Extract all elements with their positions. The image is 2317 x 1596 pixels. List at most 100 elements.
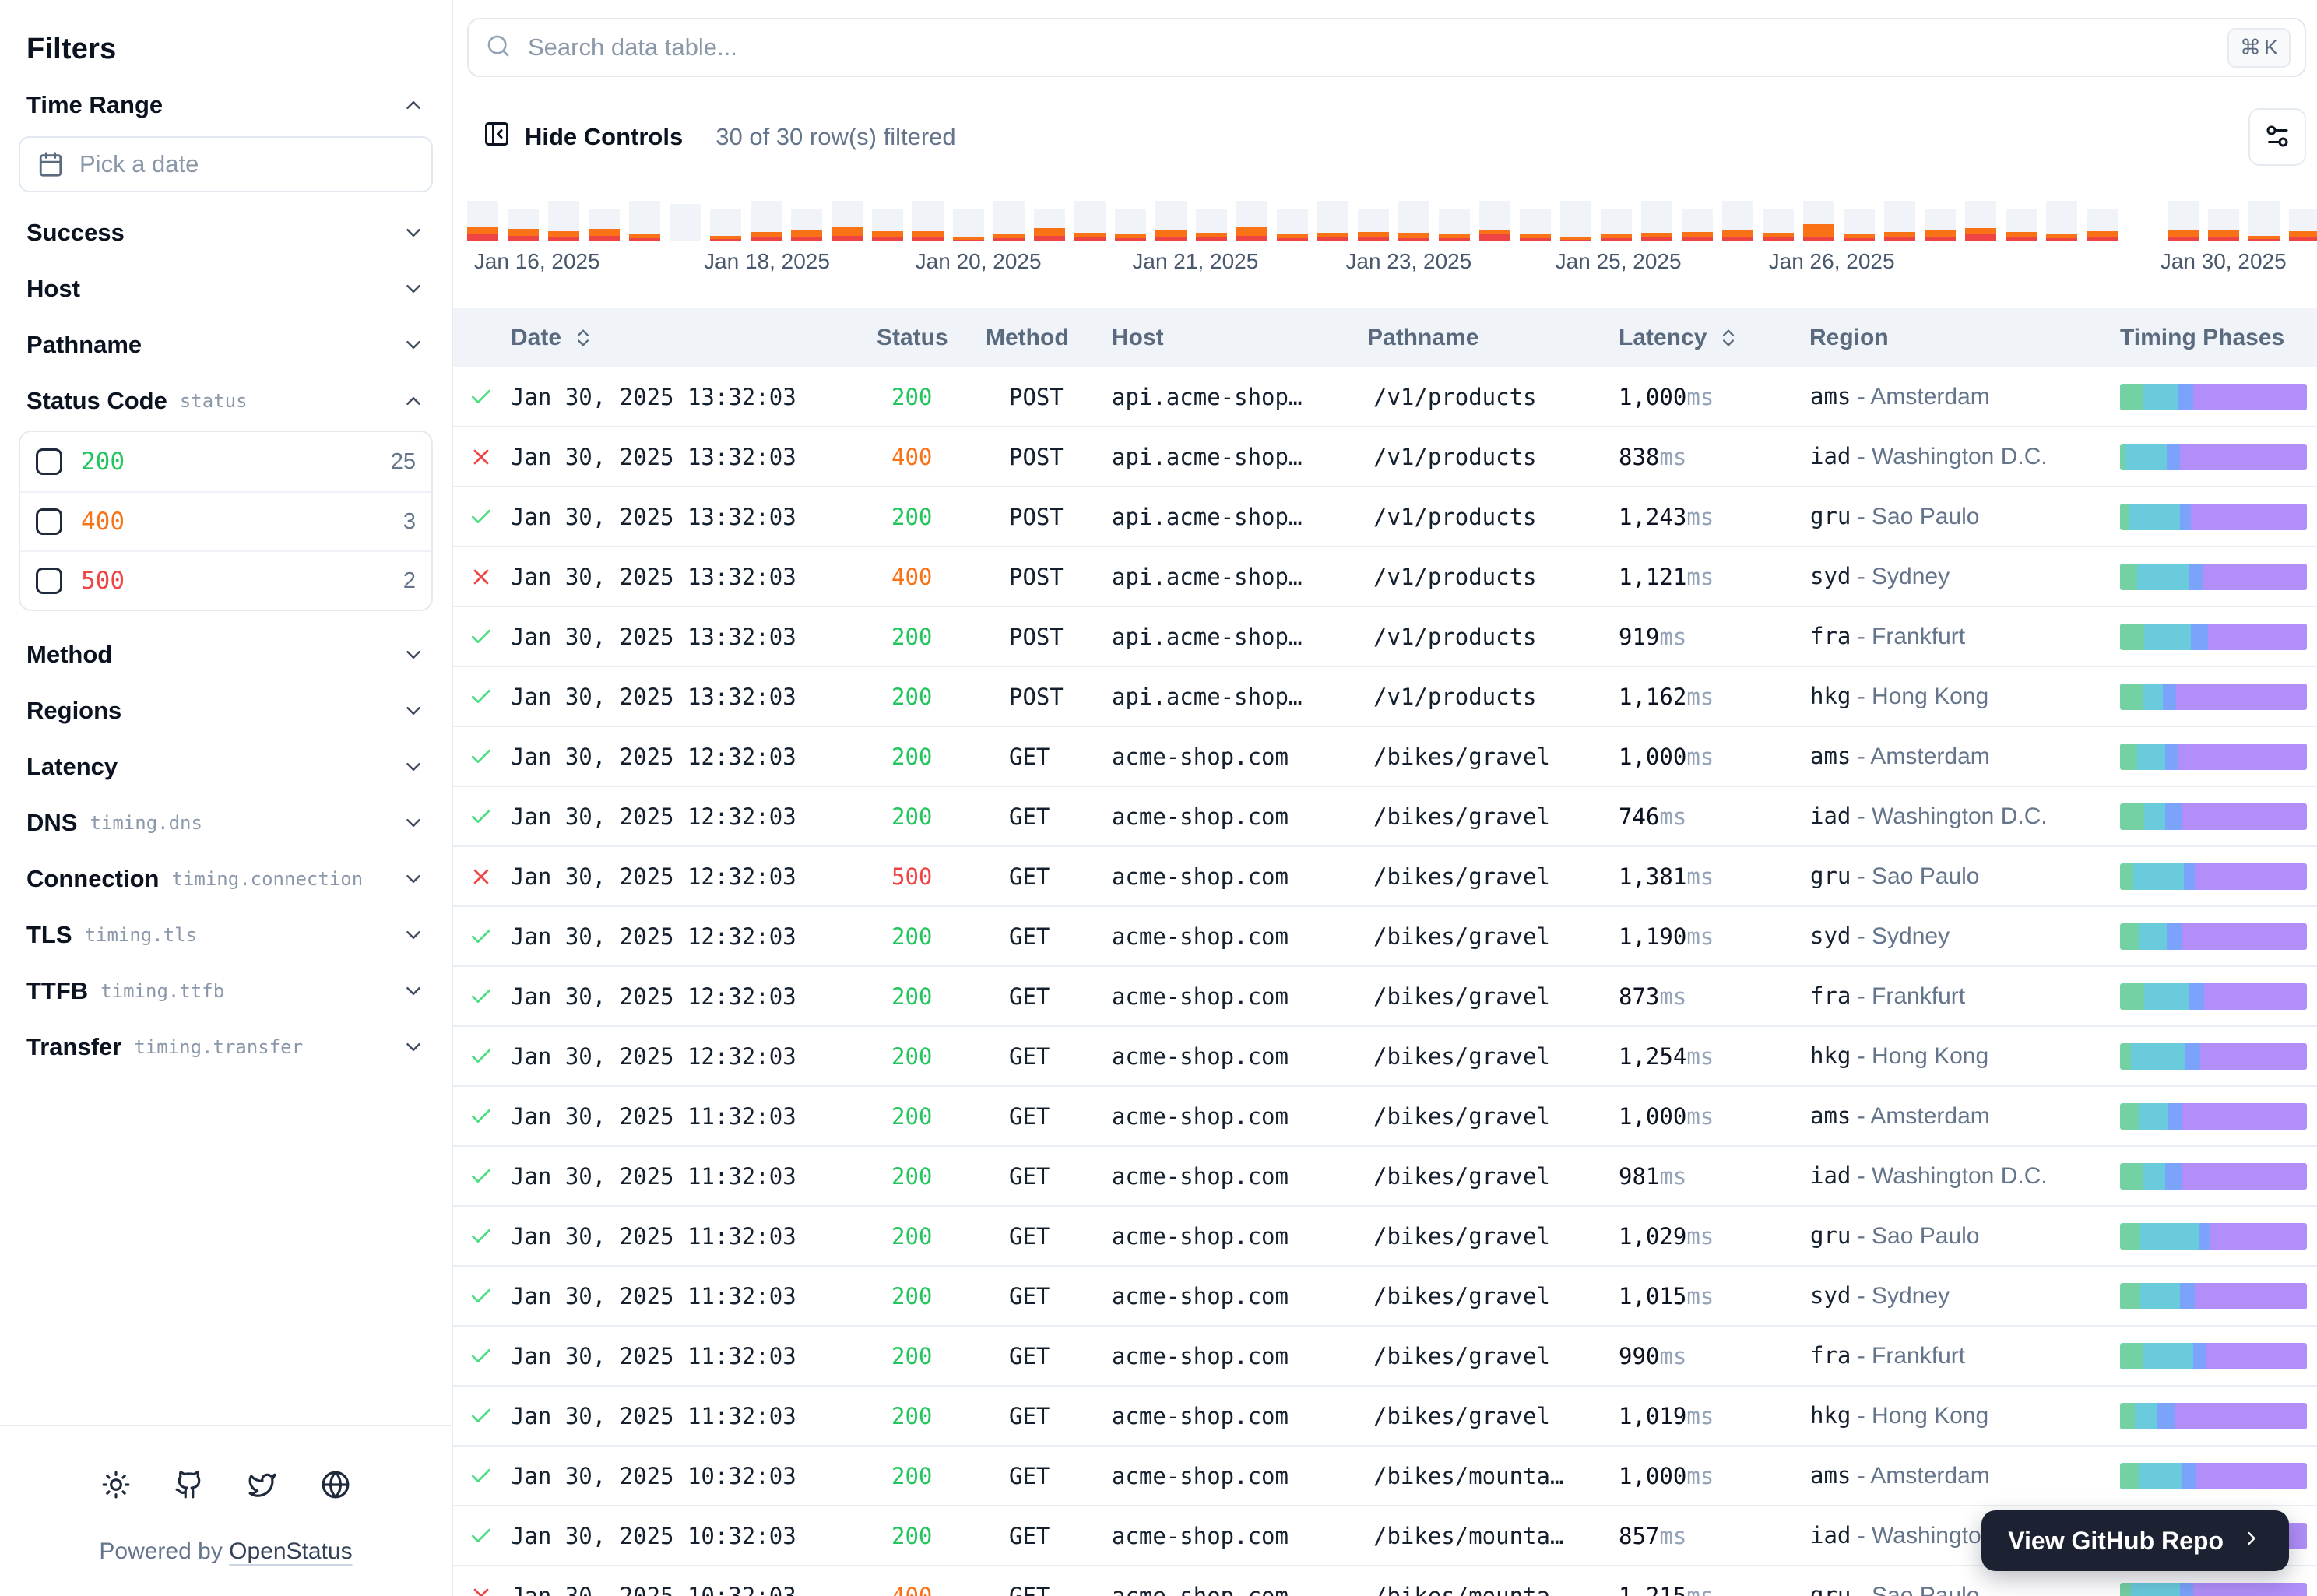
timeline-bar[interactable]	[1560, 201, 1591, 241]
column-header-date[interactable]: Date	[511, 325, 877, 351]
table-row[interactable]: Jan 30, 2025 12:32:03200GETacme-shop.com…	[453, 1027, 2317, 1087]
filter-section-success[interactable]: Success	[19, 216, 433, 250]
timeline-bar[interactable]	[670, 201, 701, 241]
timeline-bar[interactable]	[548, 201, 579, 241]
table-row[interactable]: Jan 30, 2025 11:32:03200GETacme-shop.com…	[453, 1387, 2317, 1447]
timeline-bar[interactable]	[2168, 201, 2199, 241]
table-row[interactable]: Jan 30, 2025 13:32:03200POSTapi.acme-sho…	[453, 487, 2317, 547]
filter-section-status-code[interactable]: Status Codestatus	[19, 384, 433, 418]
sun-button[interactable]	[101, 1470, 131, 1499]
checkbox[interactable]	[36, 508, 62, 535]
openstatus-link[interactable]: OpenStatus	[229, 1538, 352, 1564]
twitter-button[interactable]	[248, 1470, 277, 1499]
timeline-bar[interactable]	[1884, 201, 1915, 241]
table-row[interactable]: Jan 30, 2025 13:32:03400POSTapi.acme-sho…	[453, 547, 2317, 607]
search-bar[interactable]: ⌘K	[467, 18, 2306, 77]
table-row[interactable]: Jan 30, 2025 12:32:03200GETacme-shop.com…	[453, 727, 2317, 787]
timeline-bar[interactable]	[872, 201, 903, 241]
column-header-status[interactable]: Status	[877, 325, 986, 351]
table-row[interactable]: Jan 30, 2025 12:32:03500GETacme-shop.com…	[453, 847, 2317, 907]
timeline-bar[interactable]	[2087, 201, 2118, 241]
checkbox[interactable]	[36, 568, 62, 594]
filter-section-latency[interactable]: Latency	[19, 750, 433, 784]
filter-section-dns[interactable]: DNStiming.dns	[19, 806, 433, 840]
view-github-repo-button[interactable]: View GitHub Repo	[1981, 1510, 2289, 1571]
timeline-bar[interactable]	[629, 201, 660, 241]
filter-section-regions[interactable]: Regions	[19, 694, 433, 728]
table-row[interactable]: Jan 30, 2025 12:32:03200GETacme-shop.com…	[453, 967, 2317, 1027]
timeline-bar[interactable]	[1236, 201, 1267, 241]
table-row[interactable]: Jan 30, 2025 11:32:03200GETacme-shop.com…	[453, 1207, 2317, 1267]
timeline-bar[interactable]	[1074, 201, 1106, 241]
table-row[interactable]: Jan 30, 2025 11:32:03200GETacme-shop.com…	[453, 1327, 2317, 1387]
column-header-timing-phases[interactable]: Timing Phases	[2115, 325, 2317, 351]
timeline-bar[interactable]	[1115, 201, 1146, 241]
timeline-bar[interactable]	[993, 201, 1025, 241]
timeline-bar[interactable]	[1358, 201, 1389, 241]
timeline-bar[interactable]	[1277, 201, 1308, 241]
table-row[interactable]: Jan 30, 2025 12:32:03200GETacme-shop.com…	[453, 787, 2317, 847]
timeline-bar[interactable]	[467, 201, 498, 241]
status-option-500[interactable]: 5002	[20, 550, 431, 610]
timeline-bar[interactable]	[1965, 201, 1996, 241]
timeline-bar[interactable]	[2046, 201, 2077, 241]
table-row[interactable]: Jan 30, 2025 12:32:03200GETacme-shop.com…	[453, 907, 2317, 967]
timeline-bar[interactable]	[832, 201, 863, 241]
timeline-bar[interactable]	[2248, 201, 2280, 241]
timeline-bar[interactable]	[508, 201, 539, 241]
checkbox[interactable]	[36, 448, 62, 475]
timeline-bar[interactable]	[1155, 201, 1187, 241]
timeline-bar[interactable]	[1722, 201, 1753, 241]
timeline-bar[interactable]	[791, 201, 822, 241]
filter-section-host[interactable]: Host	[19, 272, 433, 306]
timeline-bar[interactable]	[1034, 201, 1065, 241]
timeline-bar[interactable]	[1317, 201, 1348, 241]
filter-section-transfer[interactable]: Transfertiming.transfer	[19, 1030, 433, 1064]
filter-section-tls[interactable]: TLStiming.tls	[19, 918, 433, 952]
column-header-method[interactable]: Method	[986, 325, 1102, 351]
timeline-bar[interactable]	[1641, 201, 1672, 241]
timeline-bar[interactable]	[1601, 201, 1632, 241]
timeline-bar[interactable]	[710, 201, 741, 241]
timeline-bar[interactable]	[1520, 201, 1551, 241]
timeline-bar[interactable]	[1925, 201, 1956, 241]
filter-section-connection[interactable]: Connectiontiming.connection	[19, 862, 433, 896]
globe-button[interactable]	[321, 1470, 350, 1499]
table-row[interactable]: Jan 30, 2025 11:32:03200GETacme-shop.com…	[453, 1267, 2317, 1327]
date-picker-input[interactable]: Pick a date	[19, 136, 433, 192]
table-row[interactable]: Jan 30, 2025 13:32:03200POSTapi.acme-sho…	[453, 607, 2317, 667]
table-settings-button[interactable]	[2248, 108, 2306, 166]
table-row[interactable]: Jan 30, 2025 11:32:03200GETacme-shop.com…	[453, 1147, 2317, 1207]
timeline-bar[interactable]	[1803, 201, 1834, 241]
column-header-latency[interactable]: Latency	[1609, 325, 1803, 351]
github-button[interactable]	[174, 1470, 204, 1499]
timeline-bar[interactable]	[1763, 201, 1794, 241]
timeline-bar[interactable]	[2208, 201, 2239, 241]
column-header-host[interactable]: Host	[1102, 325, 1359, 351]
filter-section-method[interactable]: Method	[19, 638, 433, 672]
timeline-bar[interactable]	[2006, 201, 2037, 241]
column-header-region[interactable]: Region	[1803, 325, 2115, 351]
table-row[interactable]: Jan 30, 2025 13:32:03200POSTapi.acme-sho…	[453, 667, 2317, 727]
status-option-400[interactable]: 4003	[20, 491, 431, 550]
table-row[interactable]: Jan 30, 2025 13:32:03200POSTapi.acme-sho…	[453, 367, 2317, 427]
timeline-bar[interactable]	[751, 201, 782, 241]
timeline-bar[interactable]	[2289, 201, 2317, 241]
search-input[interactable]	[526, 33, 2212, 62]
timeline-bar[interactable]	[912, 201, 944, 241]
hide-controls-button[interactable]: Hide Controls	[483, 120, 683, 154]
timeline-bar[interactable]	[1398, 201, 1429, 241]
table-row[interactable]: Jan 30, 2025 13:32:03400POSTapi.acme-sho…	[453, 427, 2317, 487]
timeline-bar[interactable]	[589, 201, 620, 241]
column-header-pathname[interactable]: Pathname	[1359, 325, 1609, 351]
table-row[interactable]: Jan 30, 2025 10:32:03200GETacme-shop.com…	[453, 1447, 2317, 1506]
timeline-bar[interactable]	[1196, 201, 1227, 241]
filter-section-pathname[interactable]: Pathname	[19, 328, 433, 362]
filter-section-time-range[interactable]: Time Range	[19, 88, 433, 122]
status-option-200[interactable]: 20025	[20, 432, 431, 491]
filter-section-ttfb[interactable]: TTFBtiming.ttfb	[19, 974, 433, 1008]
timeline-bar[interactable]	[1479, 201, 1510, 241]
table-row[interactable]: Jan 30, 2025 11:32:03200GETacme-shop.com…	[453, 1087, 2317, 1147]
timeline-bar[interactable]	[1439, 201, 1470, 241]
timeline-bar[interactable]	[1682, 201, 1713, 241]
